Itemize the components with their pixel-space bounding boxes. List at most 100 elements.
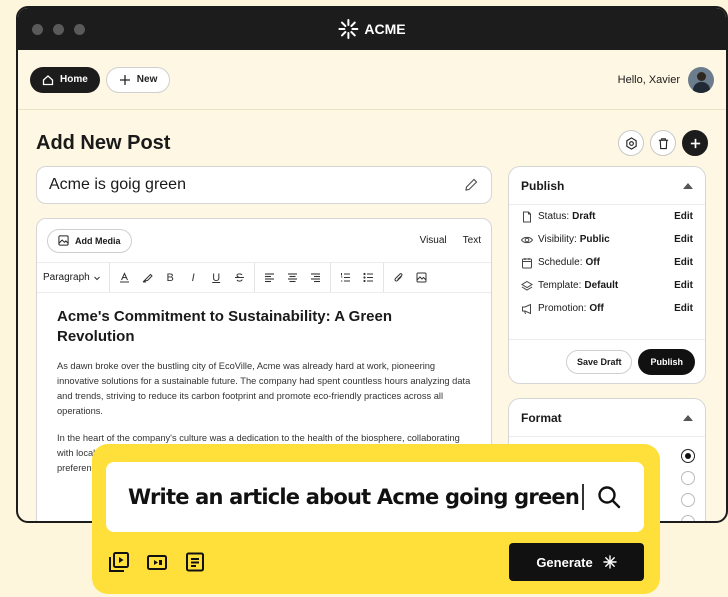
formatting-toolbar: Paragraph B I U xyxy=(37,263,491,293)
article-icon[interactable] xyxy=(184,551,206,573)
search-icon[interactable] xyxy=(596,484,622,510)
publish-row-label: Template: xyxy=(538,280,582,291)
editor-top-bar: Add Media Visual Text xyxy=(37,219,491,263)
new-label: New xyxy=(136,74,158,85)
edit-template-link[interactable]: Edit xyxy=(674,280,693,291)
post-title-value: Acme is goig green xyxy=(49,176,186,193)
bullet-list-icon xyxy=(363,272,373,283)
tab-text[interactable]: Text xyxy=(463,235,481,246)
insert-image-button[interactable] xyxy=(416,272,427,283)
chevron-down-icon xyxy=(93,276,100,280)
tab-visual[interactable]: Visual xyxy=(420,235,447,246)
video-camera-icon[interactable] xyxy=(146,551,168,573)
format-options xyxy=(681,449,695,521)
format-radio[interactable] xyxy=(681,493,695,507)
new-button[interactable]: New xyxy=(105,66,171,93)
home-icon xyxy=(42,74,54,85)
align-center-button[interactable] xyxy=(287,272,298,283)
highlighter-icon xyxy=(142,273,153,283)
collapse-caret-icon[interactable] xyxy=(683,414,693,421)
publish-row-label: Status: xyxy=(538,211,570,222)
strikethrough-icon xyxy=(234,273,244,282)
paragraph-select-value: Paragraph xyxy=(43,272,90,283)
publish-row-status: Status: Draft Edit xyxy=(509,205,705,228)
publish-row-schedule: Schedule: Off Edit xyxy=(509,251,705,274)
edit-visibility-link[interactable]: Edit xyxy=(674,234,693,245)
article-paragraph: As dawn broke over the bustling city of … xyxy=(57,361,471,416)
maximize-window-button[interactable] xyxy=(74,23,85,35)
minimize-window-button[interactable] xyxy=(53,23,64,35)
avatar[interactable] xyxy=(688,66,714,93)
format-panel-title: Format xyxy=(521,410,562,425)
ai-prompt-panel: Write an article about Acme going green … xyxy=(92,444,660,594)
publish-row-visibility: Visibility: Public Edit xyxy=(509,228,705,251)
gear-icon xyxy=(625,136,637,150)
collapse-caret-icon[interactable] xyxy=(683,182,693,189)
text-color-button[interactable] xyxy=(119,272,130,283)
megaphone-icon xyxy=(522,303,531,314)
strikethrough-button[interactable] xyxy=(234,272,245,283)
text-color-icon xyxy=(119,272,129,283)
plus-icon xyxy=(690,138,700,148)
insert-group xyxy=(384,263,436,292)
paperclip-icon xyxy=(394,273,403,282)
text-style-group: B I U xyxy=(110,263,255,292)
align-center-icon xyxy=(287,273,297,283)
edit-schedule-link[interactable]: Edit xyxy=(674,257,693,268)
align-group xyxy=(255,263,331,292)
home-button[interactable]: Home xyxy=(30,66,100,93)
header-actions xyxy=(618,130,708,156)
attach-button[interactable] xyxy=(393,272,404,283)
document-icon xyxy=(523,211,531,222)
format-panel-header[interactable]: Format xyxy=(509,399,705,437)
publish-button[interactable]: Publish xyxy=(638,348,695,375)
close-window-button[interactable] xyxy=(32,23,43,35)
image-icon xyxy=(58,235,69,246)
edit-status-link[interactable]: Edit xyxy=(674,211,693,222)
publish-row-value: Off xyxy=(589,303,604,314)
trash-icon xyxy=(658,137,668,149)
numbered-list-icon xyxy=(340,273,350,282)
settings-button[interactable] xyxy=(618,130,644,156)
edit-promotion-link[interactable]: Edit xyxy=(674,303,693,314)
generate-button[interactable]: Generate xyxy=(509,543,644,581)
align-right-button[interactable] xyxy=(310,272,321,283)
publish-actions: Save Draft Publish xyxy=(509,339,705,383)
sparkle-icon xyxy=(602,555,617,569)
format-radio[interactable] xyxy=(681,515,695,521)
layers-icon xyxy=(521,280,533,291)
format-radio[interactable] xyxy=(681,471,695,485)
format-radio[interactable] xyxy=(681,449,695,463)
bold-button[interactable]: B xyxy=(165,272,176,284)
save-draft-button[interactable]: Save Draft xyxy=(565,349,633,374)
pencil-icon[interactable] xyxy=(463,177,479,193)
highlight-button[interactable] xyxy=(142,272,153,283)
plus-icon xyxy=(119,74,130,85)
italic-button[interactable]: I xyxy=(188,272,199,284)
post-title-input[interactable]: Acme is goig green xyxy=(36,166,492,204)
paragraph-select[interactable]: Paragraph xyxy=(43,263,110,292)
publish-row-label: Promotion: xyxy=(538,303,587,314)
underline-button[interactable]: U xyxy=(211,272,222,284)
numbered-list-button[interactable] xyxy=(340,272,351,283)
video-library-icon[interactable] xyxy=(108,551,130,573)
greeting-text: Hello, Xavier xyxy=(617,73,680,86)
publish-row-label: Visibility: xyxy=(538,234,577,245)
align-left-icon xyxy=(264,273,274,283)
home-label: Home xyxy=(60,74,88,85)
publish-panel-header[interactable]: Publish xyxy=(509,167,705,205)
align-left-button[interactable] xyxy=(264,272,275,283)
add-media-button[interactable]: Add Media xyxy=(47,228,132,253)
image-icon xyxy=(416,272,427,283)
ai-media-options xyxy=(108,551,206,573)
window-controls xyxy=(32,23,85,35)
bullet-list-button[interactable] xyxy=(363,272,374,283)
ai-prompt-input[interactable]: Write an article about Acme going green xyxy=(106,462,644,532)
delete-button[interactable] xyxy=(650,130,676,156)
text-cursor xyxy=(581,484,584,510)
add-button[interactable] xyxy=(682,130,708,156)
brand-logo: ACME xyxy=(338,19,406,39)
user-menu[interactable]: Hello, Xavier xyxy=(617,66,714,93)
list-group xyxy=(331,263,384,292)
top-nav: Home New Hello, Xavier xyxy=(18,50,726,110)
